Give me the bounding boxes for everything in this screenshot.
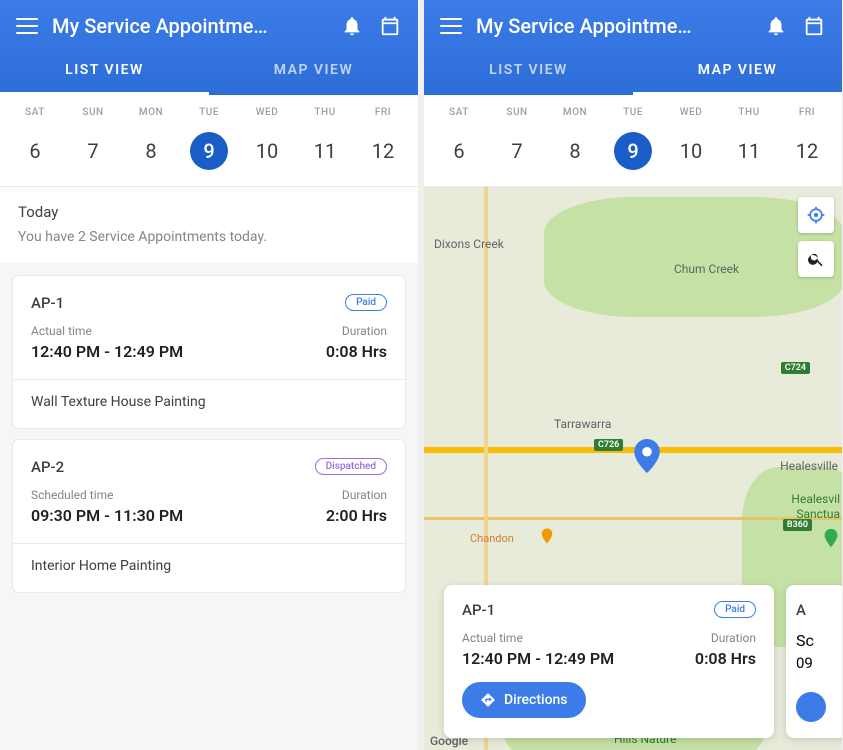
route-shield: C724 (781, 362, 810, 374)
page-title: My Service Appointme… (52, 14, 326, 38)
directions-label: Directions (504, 692, 568, 708)
duration-value: 0:08 Hrs (695, 649, 756, 668)
duration-label: Duration (326, 488, 387, 502)
map-appointment-card-1[interactable]: AP-1 Paid Actual time 12:40 PM - 12:49 PM… (444, 585, 774, 738)
map-appointment-card-2-peek[interactable]: A Sc 09 (786, 585, 842, 738)
view-tabs: LIST VIEW MAP VIEW (0, 48, 418, 95)
directions-button[interactable]: Directions (462, 682, 586, 718)
day-mon[interactable]: MON8 (546, 107, 604, 170)
time-value: 09 (796, 654, 836, 672)
map-town-label: Healesville (780, 459, 838, 473)
today-title: Today (18, 203, 400, 221)
day-sun[interactable]: SUN7 (64, 107, 122, 170)
day-wed[interactable]: WED10 (662, 107, 720, 170)
tab-list-view[interactable]: LIST VIEW (0, 48, 209, 95)
map-town-label: Tarrawarra (554, 417, 611, 431)
menu-icon[interactable] (16, 18, 38, 34)
date-strip: SAT6 SUN7 MON8 TUE9 WED10 THU11 FRI12 (424, 95, 842, 187)
calendar-icon[interactable] (378, 14, 402, 38)
directions-button-peek[interactable] (796, 692, 826, 722)
tab-map-view[interactable]: MAP VIEW (633, 48, 842, 95)
appointment-card-2[interactable]: AP-2 Dispatched Scheduled time 09:30 PM -… (12, 439, 406, 593)
day-thu[interactable]: THU11 (296, 107, 354, 170)
list-body: Today You have 2 Service Appointments to… (0, 187, 418, 750)
day-sat[interactable]: SAT6 (430, 107, 488, 170)
map-town-label: Healesvil (791, 492, 840, 506)
appointment-id: AP-1 (462, 601, 495, 619)
status-badge: Paid (345, 294, 387, 311)
day-tue[interactable]: TUE9 (180, 107, 238, 170)
page-title: My Service Appointme… (476, 14, 750, 38)
header: My Service Appointme… LIST VIEW MAP VIEW (0, 0, 418, 95)
route-shield: B360 (783, 519, 812, 531)
time-label: Sc (796, 631, 836, 650)
today-subtitle: You have 2 Service Appointments today. (18, 229, 400, 245)
time-label: Actual time (31, 324, 183, 338)
view-tabs: LIST VIEW MAP VIEW (424, 48, 842, 95)
day-fri[interactable]: FRI12 (354, 107, 412, 170)
topbar: My Service Appointme… (0, 0, 418, 48)
duration-label: Duration (326, 324, 387, 338)
appointment-card-1[interactable]: AP-1 Paid Actual time 12:40 PM - 12:49 PM… (12, 275, 406, 429)
duration-label: Duration (695, 631, 756, 645)
map-poi-icon (538, 527, 556, 545)
appointment-description: Wall Texture House Painting (31, 394, 387, 410)
time-label: Scheduled time (31, 488, 183, 502)
appointment-description: Interior Home Painting (31, 558, 387, 574)
today-summary: Today You have 2 Service Appointments to… (0, 187, 418, 263)
divider (13, 543, 405, 544)
appointment-id: AP-2 (31, 458, 64, 476)
header: My Service Appointme… LIST VIEW MAP VIEW (424, 0, 842, 95)
day-thu[interactable]: THU11 (720, 107, 778, 170)
map-pin-icon[interactable] (634, 439, 660, 473)
bell-icon[interactable] (340, 14, 364, 38)
time-value: 09:30 PM - 11:30 PM (31, 506, 183, 525)
tab-map-view[interactable]: MAP VIEW (209, 48, 418, 95)
divider (13, 379, 405, 380)
time-label: Actual time (462, 631, 614, 645)
map-poi-label: Chandon (470, 532, 514, 545)
day-mon[interactable]: MON8 (122, 107, 180, 170)
day-fri[interactable]: FRI12 (778, 107, 836, 170)
map-canvas[interactable]: Dixons Creek Chum Creek Tarrawarra Heale… (424, 187, 842, 750)
tab-list-view[interactable]: LIST VIEW (424, 48, 633, 95)
zoom-icon[interactable] (798, 241, 834, 277)
date-strip: SAT6 SUN7 MON8 TUE9 WED10 THU11 FRI12 (0, 95, 418, 187)
phone-list-view: My Service Appointme… LIST VIEW MAP VIEW… (0, 0, 418, 750)
status-badge: Paid (714, 601, 756, 618)
map-town-label: Chum Creek (674, 262, 739, 276)
menu-icon[interactable] (440, 18, 462, 34)
map-card-carousel[interactable]: AP-1 Paid Actual time 12:40 PM - 12:49 PM… (444, 585, 842, 738)
appointment-id: AP-1 (31, 294, 64, 312)
day-wed[interactable]: WED10 (238, 107, 296, 170)
topbar: My Service Appointme… (424, 0, 842, 48)
map-poi-icon (820, 527, 842, 549)
appointment-id: A (796, 601, 836, 619)
status-badge: Dispatched (315, 458, 387, 475)
route-shield: C726 (594, 439, 623, 451)
day-tue[interactable]: TUE9 (604, 107, 662, 170)
time-value: 12:40 PM - 12:49 PM (31, 342, 183, 361)
bell-icon[interactable] (764, 14, 788, 38)
day-sat[interactable]: SAT6 (6, 107, 64, 170)
duration-value: 0:08 Hrs (326, 342, 387, 361)
phone-map-view: My Service Appointme… LIST VIEW MAP VIEW… (424, 0, 842, 750)
time-value: 12:40 PM - 12:49 PM (462, 649, 614, 668)
day-sun[interactable]: SUN7 (488, 107, 546, 170)
calendar-icon[interactable] (802, 14, 826, 38)
locate-me-icon[interactable] (798, 197, 834, 233)
duration-value: 2:00 Hrs (326, 506, 387, 525)
map-town-label: Dixons Creek (434, 237, 504, 251)
